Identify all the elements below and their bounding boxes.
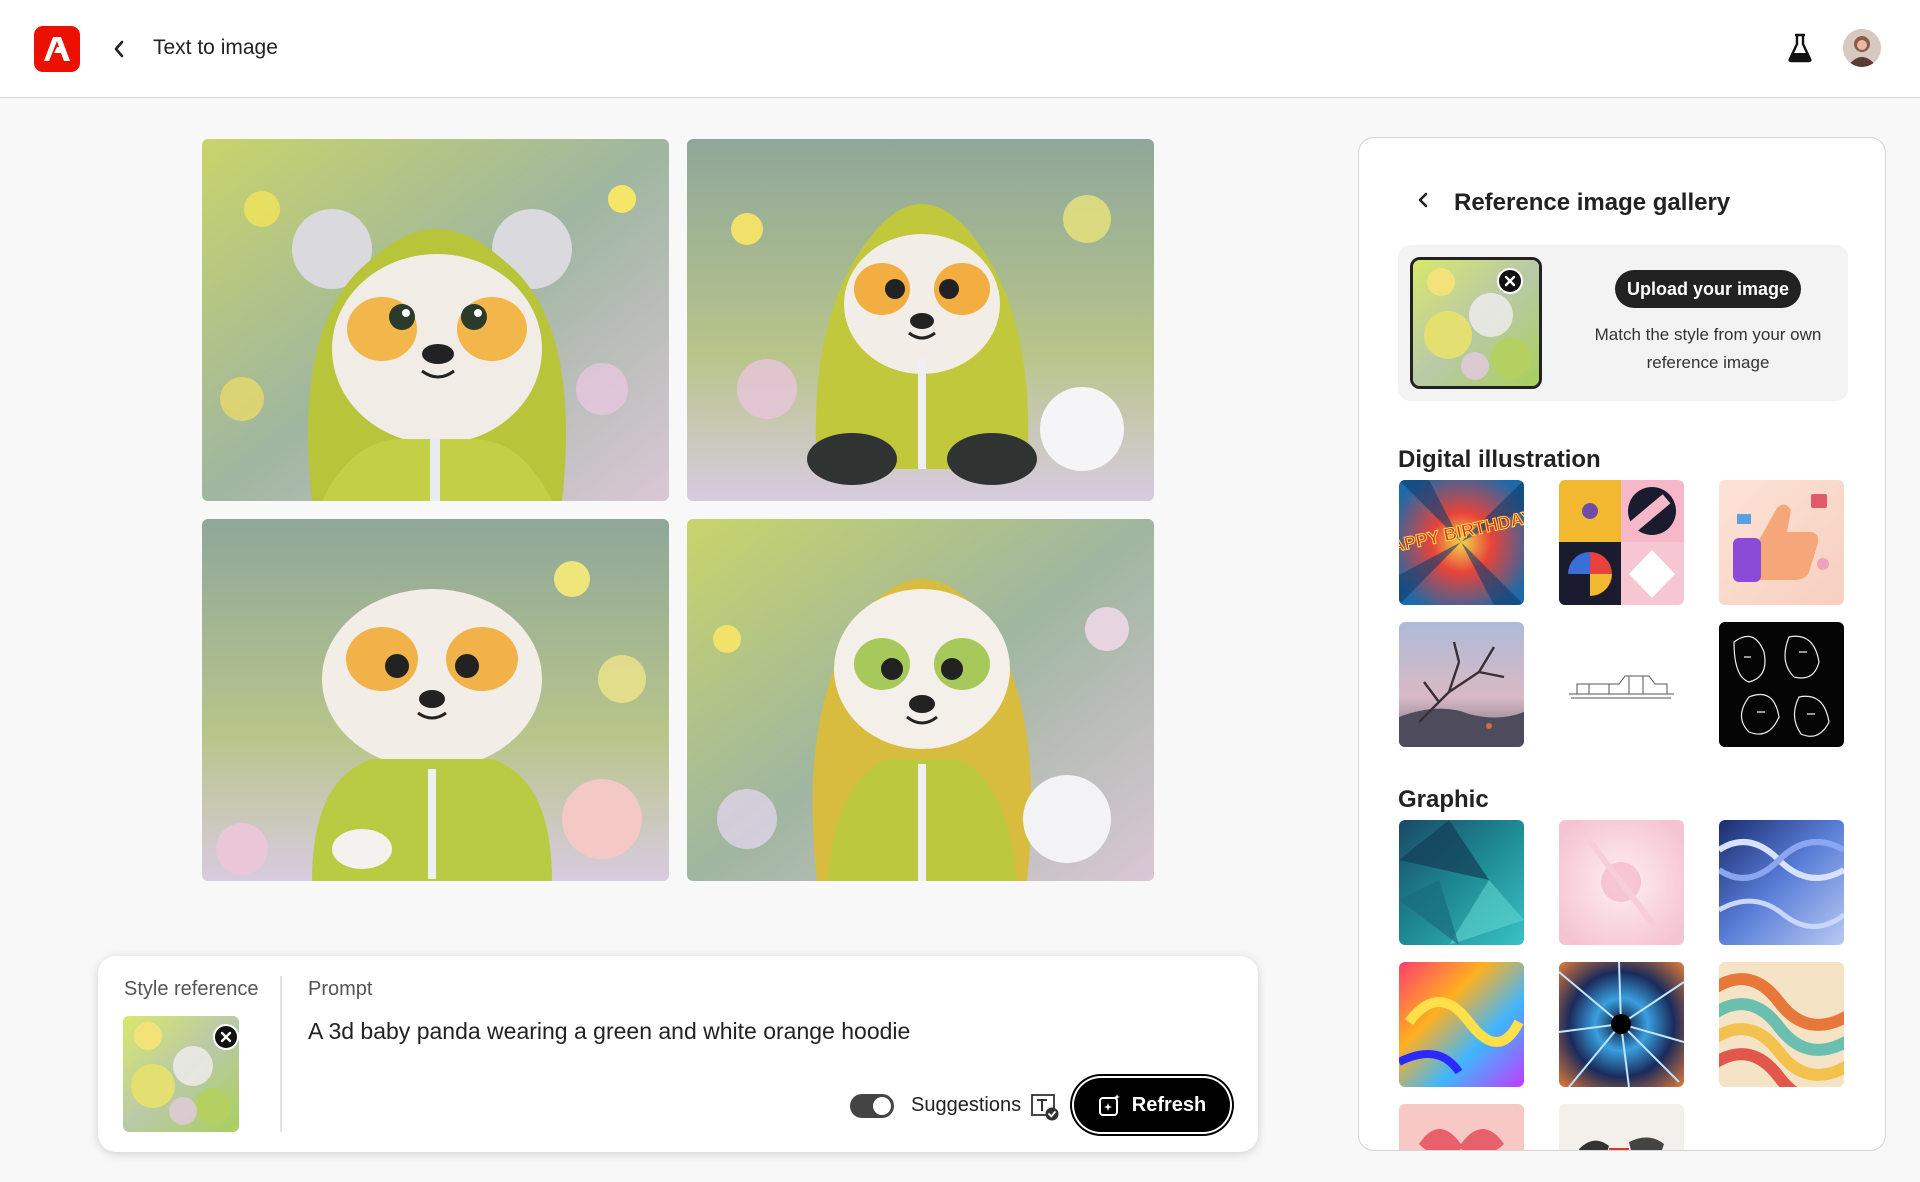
gallery-thumb-pink-abstract[interactable]: [1559, 820, 1684, 945]
flask-icon: [1788, 33, 1812, 63]
style-reference-label: Style reference: [124, 978, 259, 1000]
chevron-left-icon: [1418, 192, 1428, 208]
refresh-label: Refresh: [1131, 1093, 1207, 1116]
gallery-thumb-retro-waves[interactable]: [1719, 962, 1844, 1087]
panda-painting: [202, 139, 669, 501]
pink-pattern-image: [1399, 1104, 1524, 1150]
section-title-digital-illustration: Digital illustration: [1398, 446, 1601, 473]
close-icon: [1504, 275, 1516, 287]
close-icon: [220, 1031, 232, 1043]
suggestions-label: Suggestions: [911, 1094, 1022, 1116]
pink-abstract-image: [1559, 820, 1684, 945]
chevron-left-icon: [114, 40, 124, 58]
upload-box: Upload your image Match the style from y…: [1398, 245, 1848, 401]
remove-style-reference-button[interactable]: [213, 1024, 239, 1050]
happy-birthday-comic-image: HAPPY BIRTHDAY!: [1399, 480, 1524, 605]
gallery-thumb-colorful-swirl[interactable]: [1399, 962, 1524, 1087]
teal-polygon-image: [1399, 820, 1524, 945]
line-art-faces-image: [1719, 622, 1844, 747]
top-bar: Text to image: [0, 0, 1920, 98]
suggestions-toggle[interactable]: [850, 1094, 894, 1118]
landscape-branches-image: [1399, 622, 1524, 747]
gallery-thumb-geometric-shapes[interactable]: [1559, 480, 1684, 605]
gallery-thumb-partial[interactable]: [1559, 1104, 1684, 1150]
result-image-1[interactable]: [202, 139, 669, 501]
gallery-thumb-happy-birthday[interactable]: HAPPY BIRTHDAY!: [1399, 480, 1524, 605]
partial-thumb-image: [1559, 1104, 1684, 1150]
remove-selected-reference-button[interactable]: [1497, 268, 1523, 294]
result-image-3[interactable]: [202, 519, 669, 881]
line-sketch-building-image: [1559, 622, 1684, 747]
labs-button[interactable]: [1784, 30, 1816, 66]
user-avatar[interactable]: [1843, 29, 1881, 67]
gallery-thumb-pink-pattern[interactable]: [1399, 1104, 1524, 1150]
adobe-logo-icon: [44, 37, 70, 61]
blue-dna-image: [1719, 820, 1844, 945]
gallery-thumb-blue-dna[interactable]: [1719, 820, 1844, 945]
toggle-knob: [873, 1097, 891, 1115]
generate-sparkle-icon: [1098, 1094, 1120, 1116]
prompt-panel: Style reference Prompt A 3d baby panda w…: [98, 956, 1258, 1152]
gallery-back-button[interactable]: [1411, 185, 1435, 215]
panda-painting: [687, 139, 1154, 501]
refresh-button[interactable]: Refresh: [1072, 1076, 1232, 1134]
page-title: Text to image: [153, 36, 278, 59]
result-image-4[interactable]: [687, 519, 1154, 881]
prompt-input[interactable]: A 3d baby panda wearing a green and whit…: [308, 1018, 1208, 1045]
divider: [280, 976, 282, 1132]
reference-gallery-panel: Reference image gallery Upload your imag…: [1358, 137, 1886, 1151]
gallery-thumb-landscape[interactable]: [1399, 622, 1524, 747]
results-grid: [202, 139, 1154, 881]
gallery-thumb-teal-polygon[interactable]: [1399, 820, 1524, 945]
prompt-label: Prompt: [308, 978, 373, 1000]
gallery-thumb-hyperspace[interactable]: [1559, 962, 1684, 1087]
gallery-thumb-line-sketch[interactable]: [1559, 622, 1684, 747]
panda-painting: [687, 519, 1154, 881]
gallery-title: Reference image gallery: [1454, 189, 1731, 216]
back-button[interactable]: [104, 32, 134, 66]
retro-waves-image: [1719, 962, 1844, 1087]
gallery-thumb-line-faces[interactable]: [1719, 622, 1844, 747]
text-check-icon: [1031, 1094, 1059, 1121]
suggestions-settings-button[interactable]: [1030, 1092, 1060, 1122]
geometric-shapes-image: [1559, 480, 1684, 605]
panda-painting: [202, 519, 669, 881]
upload-description: Match the style from your own reference …: [1594, 325, 1822, 372]
thumbs-up-3d-image: [1719, 480, 1844, 605]
adobe-logo[interactable]: [34, 26, 80, 72]
section-title-graphic: Graphic: [1398, 786, 1489, 813]
hyperspace-burst-image: [1559, 962, 1684, 1087]
result-image-2[interactable]: [687, 139, 1154, 501]
gallery-thumb-thumbs-up[interactable]: [1719, 480, 1844, 605]
avatar-image: [1843, 29, 1881, 67]
upload-image-button[interactable]: Upload your image: [1615, 270, 1801, 308]
colorful-swirl-image: [1399, 962, 1524, 1087]
